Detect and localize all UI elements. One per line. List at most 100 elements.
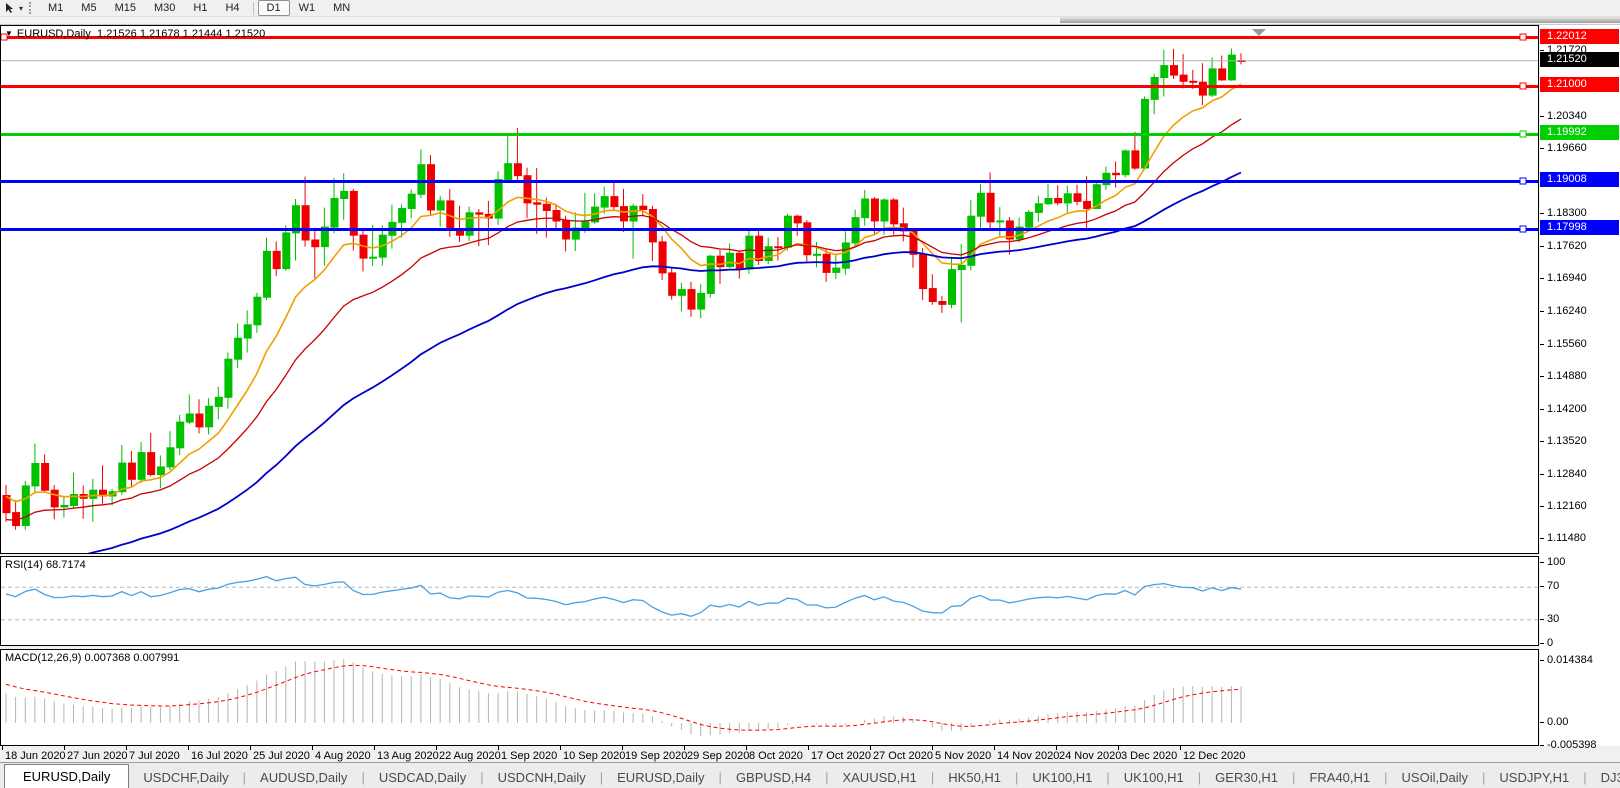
rsi-indicator-pane: RSI(14) 68.7174: [0, 556, 1539, 646]
rsi-tick-label: 100: [1547, 555, 1565, 569]
date-tick: [808, 746, 809, 750]
line-handle-icon[interactable]: [1520, 83, 1526, 89]
date-label: 12 Dec 2020: [1183, 750, 1245, 762]
date-tick: [126, 746, 127, 750]
axis-tick: [1540, 278, 1544, 279]
timeframe-button-MN[interactable]: MN: [324, 0, 359, 16]
axis-tick: [1540, 506, 1544, 507]
date-tick: [684, 746, 685, 750]
price-tick-label: 1.12160: [1547, 499, 1587, 513]
tab-symbol-0[interactable]: EURUSD,Daily: [4, 764, 129, 788]
timeframe-button-M15[interactable]: M15: [106, 0, 145, 16]
timeframe-button-M1[interactable]: M1: [39, 0, 72, 16]
line-handle-icon[interactable]: [1520, 34, 1526, 40]
axis-tick: [1540, 474, 1544, 475]
axis-tick: [1540, 586, 1544, 587]
moving-average-21: [6, 119, 1241, 520]
macd-indicator-pane: MACD(12,26,9) 0.007368 0.007991: [0, 649, 1539, 746]
axis-tick: [1540, 213, 1544, 214]
date-label: 19 Sep 2020: [625, 750, 687, 762]
tab-symbol-1[interactable]: USDCHF,Daily: [129, 766, 242, 788]
date-tick: [188, 746, 189, 750]
tool-dropdown-icon[interactable]: ▾: [19, 4, 23, 13]
tab-symbol-15[interactable]: DJ30,Daily: [1587, 766, 1620, 788]
price-tick-label: 1.11480: [1547, 531, 1586, 545]
date-label: 7 Jul 2020: [129, 750, 180, 762]
axis-tick: [1540, 148, 1544, 149]
tab-symbol-4[interactable]: USDCNH,Daily: [484, 766, 600, 788]
axis-tick: [1540, 246, 1544, 247]
chart-horizontal-scrollbar[interactable]: [0, 16, 1620, 25]
date-label: 4 Aug 2020: [315, 750, 371, 762]
axis-tick: [1540, 745, 1544, 746]
tab-symbol-2[interactable]: AUDUSD,Daily: [246, 766, 361, 788]
axis-tick: [1540, 538, 1544, 539]
date-tick: [1056, 746, 1057, 750]
symbol-collapse-icon[interactable]: ▼: [5, 29, 13, 38]
tab-symbol-9[interactable]: UK100,H1: [1018, 766, 1106, 788]
price-tick-label: 1.16940: [1547, 271, 1587, 285]
price-tick-label: 1.16240: [1547, 304, 1587, 318]
current-price-badge: 1.21520: [1540, 52, 1619, 67]
tab-symbol-3[interactable]: USDCAD,Daily: [365, 766, 480, 788]
tab-symbol-10[interactable]: UK100,H1: [1110, 766, 1198, 788]
line-handle-icon[interactable]: [1520, 178, 1526, 184]
chart-tool-group[interactable]: ▾: [0, 2, 27, 15]
timeframe-button-H1[interactable]: H1: [184, 0, 216, 16]
line-handle-icon[interactable]: [1520, 226, 1526, 232]
timeframe-button-M5[interactable]: M5: [72, 0, 105, 16]
timeframe-buttons: M1M5M15M30H1H4 D1W1MN: [39, 0, 359, 16]
tab-symbol-13[interactable]: USOil,Daily: [1388, 766, 1482, 788]
tab-symbol-8[interactable]: HK50,H1: [934, 766, 1015, 788]
rsi-canvas[interactable]: [1, 557, 1538, 645]
axis-tick: [1540, 441, 1544, 442]
price-chart-canvas[interactable]: [1, 26, 1538, 553]
tab-symbol-12[interactable]: FRA40,H1: [1295, 766, 1384, 788]
timeframe-button-H4[interactable]: H4: [216, 0, 248, 16]
candlesticks: [3, 48, 1245, 529]
axis-tick: [1540, 660, 1544, 661]
tab-symbol-11[interactable]: GER30,H1: [1201, 766, 1292, 788]
axis-tick: [1540, 376, 1544, 377]
date-label: 18 Jun 2020: [5, 750, 66, 762]
tab-symbol-14[interactable]: USDJPY,H1: [1485, 766, 1583, 788]
timeframe-button-D1[interactable]: D1: [258, 0, 290, 16]
price-badge-line: 1.22012: [1540, 29, 1619, 44]
date-tick: [746, 746, 747, 750]
date-label: 1 Sep 2020: [501, 750, 557, 762]
axis-tick: [1540, 643, 1544, 644]
mt4-terminal-window: ▾ M1M5M15M30H1H4 D1W1MN ▼ EURUSD,Daily 1.2…: [0, 0, 1620, 788]
axis-tick: [1540, 311, 1544, 312]
chart-shift-marker-icon[interactable]: [1252, 29, 1266, 36]
date-label: 3 Dec 2020: [1121, 750, 1177, 762]
tab-symbol-6[interactable]: GBPUSD,H4: [722, 766, 825, 788]
macd-tick-label: 0.014384: [1547, 653, 1593, 667]
rsi-tick-label: 30: [1547, 612, 1559, 626]
scrollbar-thumb[interactable]: [1060, 17, 1620, 23]
price-badge-line: 1.21000: [1540, 77, 1619, 92]
price-tick-label: 1.20340: [1547, 109, 1587, 123]
date-label: 27 Jun 2020: [67, 750, 128, 762]
price-tick-label: 1.14200: [1547, 402, 1587, 416]
axis-tick: [1540, 722, 1544, 723]
date-tick: [250, 746, 251, 750]
timeframe-button-W1[interactable]: W1: [290, 0, 325, 16]
line-handle-icon[interactable]: [1520, 131, 1526, 137]
date-tick: [436, 746, 437, 750]
date-tick: [870, 746, 871, 750]
date-tick: [64, 746, 65, 750]
toolbar-grip-handle[interactable]: [29, 2, 34, 14]
macd-canvas[interactable]: [1, 650, 1538, 745]
axis-tick: [1540, 619, 1544, 620]
date-label: 24 Nov 2020: [1059, 750, 1121, 762]
date-tick: [1180, 746, 1181, 750]
date-label: 10 Sep 2020: [563, 750, 625, 762]
price-tick-label: 1.13520: [1547, 434, 1587, 448]
axis-tick: [1540, 562, 1544, 563]
tab-symbol-7[interactable]: XAUUSD,H1: [828, 766, 930, 788]
date-label: 13 Aug 2020: [377, 750, 439, 762]
timeframe-button-M30[interactable]: M30: [145, 0, 184, 16]
date-label: 17 Oct 2020: [811, 750, 871, 762]
tab-symbol-5[interactable]: EURUSD,Daily: [603, 766, 718, 788]
chart-symbol-label: EURUSD,Daily: [17, 28, 91, 40]
